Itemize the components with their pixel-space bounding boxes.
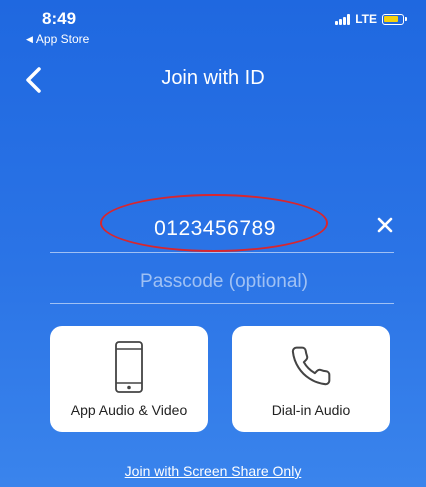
dial-in-audio-label: Dial-in Audio xyxy=(271,402,351,418)
status-indicators: LTE xyxy=(335,12,407,26)
join-screen-share-link[interactable]: Join with Screen Share Only xyxy=(0,463,426,479)
passcode-input[interactable] xyxy=(50,266,398,298)
phone-handset-icon xyxy=(291,346,331,386)
back-app-label: App Store xyxy=(35,32,90,46)
close-icon xyxy=(377,217,393,233)
page-title: Join with ID xyxy=(161,67,265,89)
dial-in-audio-button[interactable]: Dial-in Audio xyxy=(232,326,390,432)
signal-strength-icon xyxy=(335,13,351,25)
passcode-divider xyxy=(50,303,394,304)
phone-device-icon xyxy=(115,341,143,393)
network-type: LTE xyxy=(355,12,377,26)
app-audio-video-button[interactable]: App Audio & Video xyxy=(50,326,208,432)
meeting-id-divider xyxy=(50,252,394,253)
back-to-app-link[interactable]: ◀ App Store xyxy=(26,32,89,46)
join-screen: 8:49 ◀ App Store LTE Join with ID 012345… xyxy=(0,0,426,487)
back-triangle-icon: ◀ xyxy=(26,33,33,44)
battery-charging-icon xyxy=(382,13,407,25)
status-time: 8:49 xyxy=(42,9,77,28)
clear-input-button[interactable] xyxy=(374,213,396,237)
app-audio-video-label: App Audio & Video xyxy=(70,402,188,418)
meeting-id-input[interactable] xyxy=(50,213,380,245)
